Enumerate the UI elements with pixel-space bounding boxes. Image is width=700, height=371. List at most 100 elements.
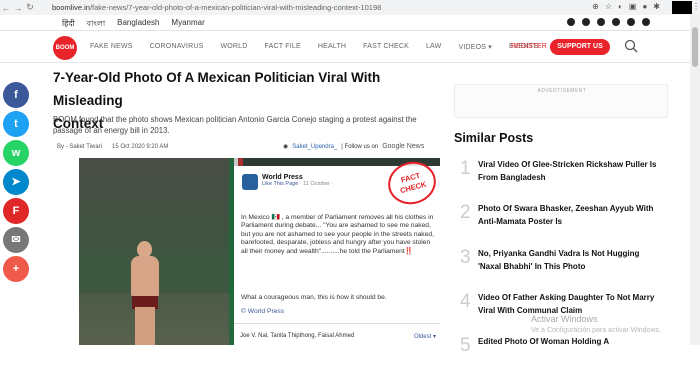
share-flipboard-button[interactable]: F [3, 198, 29, 224]
nav-item-world[interactable]: WORLD [220, 43, 247, 51]
more-icon: + [12, 263, 20, 275]
language-link[interactable]: বাংলা [87, 18, 106, 31]
similar-post-item[interactable]: 3 No, Priyanka Gandhi Vadra Is Not Huggi… [460, 247, 670, 283]
article-featured-image: World Press Like This Page · 11 October … [79, 158, 440, 345]
url-path: /fake-news/7-year-old-photo-of-a-mexican… [89, 3, 382, 12]
social-top-icons [567, 18, 650, 26]
post-text-closing: What a courageous man, this is how it sh… [241, 294, 387, 301]
twitter-icon: t [14, 118, 18, 130]
share-twitter-button[interactable]: t [3, 111, 29, 137]
nav-item-fast-check[interactable]: FAST CHECK [363, 43, 409, 51]
color-icon[interactable]: ● [642, 2, 647, 11]
person-legs [135, 307, 155, 345]
similar-post-item[interactable]: 2 Photo Of Swara Bhasker, Zeeshan Ayyub … [460, 202, 670, 238]
nav-item-law[interactable]: LAW [426, 43, 442, 51]
url-domain: boomlive.in [52, 3, 90, 12]
nav-item-videos[interactable]: VIDEOS ▾ [458, 43, 492, 51]
post-reactors: Joe V. Nal, Tanita Thipthong, Faisal Ahm… [240, 333, 355, 339]
share-email-button[interactable]: ✉ [3, 227, 29, 253]
back-icon[interactable]: ← [0, 3, 12, 13]
post-date: · 11 October · [299, 181, 334, 187]
similar-post-item[interactable]: 5 Edited Photo Of Woman Holding A [460, 335, 670, 371]
nav-item-coronavirus[interactable]: CORONAVIRUS [150, 43, 204, 51]
browser-toolbar: ← → ↻ boomlive.in/fake-news/7-year-old-p… [0, 0, 700, 15]
post-copyright: © World Press [241, 308, 285, 315]
similar-post-title[interactable]: Photo Of Swara Bhasker, Zeeshan Ayyub Wi… [478, 202, 664, 238]
post-header: World Press Like This Page · 11 October … [242, 174, 333, 190]
email-icon: ✉ [11, 234, 21, 246]
post-number: 4 [460, 291, 471, 312]
share-more-button[interactable]: + [3, 256, 29, 282]
forward-icon[interactable]: → [12, 3, 24, 13]
facebook-icon[interactable] [582, 18, 590, 26]
nav-item-fact-file[interactable]: FACT FILE [265, 43, 301, 51]
page-scrollbar[interactable] [690, 15, 700, 345]
post-footer: Joe V. Nal, Tanita Thipthong, Faisal Ahm… [234, 323, 440, 340]
share-whatsapp-button[interactable]: w [3, 140, 29, 166]
follow-text: | Follow us on [341, 143, 379, 150]
screenshot-icon[interactable]: ▣ [629, 2, 637, 11]
post-meta: Like This Page · 11 October · [262, 181, 333, 187]
nav-item-health[interactable]: HEALTH [318, 43, 346, 51]
post-number: 3 [460, 247, 471, 268]
person-torso [131, 256, 159, 298]
person-figure [127, 241, 163, 345]
search-icon[interactable] [624, 39, 638, 53]
advertisement-label: ADVERTISEMENT [537, 88, 587, 94]
post-number: 2 [460, 202, 471, 223]
windows-activation-watermark: Activar Windows [531, 314, 598, 324]
post-sort: Oldest ▾ [413, 334, 436, 340]
page-name: World Press [262, 174, 303, 181]
post-number: 5 [460, 335, 471, 356]
reload-icon[interactable]: ↻ [24, 2, 36, 13]
language-link[interactable]: हिंदी [62, 18, 75, 31]
twitter-icon[interactable] [597, 18, 605, 26]
similar-post-title[interactable]: Edited Photo Of Woman Holding A [478, 335, 664, 371]
address-bar[interactable]: boomlive.in/fake-news/7-year-old-photo-o… [52, 3, 381, 12]
telegram-icon[interactable] [642, 18, 650, 26]
extension-icon[interactable]: ◐ [618, 2, 623, 11]
similar-post-title[interactable]: No, Priyanka Gandhi Vadra Is Not Hugging… [478, 247, 664, 283]
star-icon[interactable]: ☆ [605, 2, 612, 11]
share-telegram-button[interactable]: ➤ [3, 169, 29, 195]
instagram-icon[interactable] [627, 18, 635, 26]
article-title-line1: 7-Year-Old Photo Of A Mexican Politician… [53, 70, 381, 108]
support-us-button[interactable]: SUPPORT US [550, 39, 610, 55]
facebook-icon: f [14, 89, 18, 101]
share-sidebar: f t w ➤ F ✉ + [0, 82, 31, 285]
google-news-link[interactable]: Google News [382, 143, 424, 150]
author-link[interactable]: By - Saket Tiwari [57, 144, 102, 150]
profile-avatar[interactable] [672, 1, 692, 14]
article-byline: By - Saket Tiwari 15 Oct 2020 9:20 AM [57, 144, 168, 150]
similar-post-item[interactable]: 1 Viral Video Of Glee-Stricken Rickshaw … [460, 158, 670, 194]
similar-post-title[interactable]: Viral Video Of Glee-Stricken Rickshaw Pu… [478, 158, 664, 194]
whatsapp-icon: w [11, 147, 21, 159]
main-nav: FAKE NEWS CORONAVIRUS WORLD FACT FILE HE… [90, 43, 538, 51]
puzzle-icon[interactable]: ✱ [653, 2, 660, 11]
post-text: In Mexico 🇲🇽 , a member of Parliament re… [241, 214, 434, 255]
telegram-icon: ➤ [11, 176, 21, 188]
browser-menu-icon[interactable]: ⋮ [692, 2, 700, 11]
scrollbar-thumb[interactable] [692, 27, 698, 67]
whatsapp-icon[interactable] [567, 18, 575, 26]
nav-item-fake-news[interactable]: FAKE NEWS [90, 43, 133, 51]
language-link[interactable]: Myanmar [171, 18, 204, 31]
post-author-info: World Press Like This Page · 11 October … [262, 174, 333, 187]
advertisement-box: ADVERTISEMENT [454, 84, 668, 118]
twitter-handle-link[interactable]: Saket_Upendra_ [292, 144, 337, 150]
share-facebook-button[interactable]: f [3, 82, 29, 108]
register-link[interactable]: REGISTER [511, 43, 547, 50]
article-summary: BOOM found that the photo shows Mexican … [53, 115, 417, 135]
site-header: BOOM FAKE NEWS CORONAVIRUS WORLD FACT FI… [0, 31, 690, 63]
zoom-icon[interactable]: ⊕ [592, 2, 599, 11]
like-page-link: Like This Page [262, 181, 299, 187]
windows-activation-subtext: Ve a Configuración para activar Windows. [531, 327, 661, 334]
post-number: 1 [460, 158, 471, 179]
follow-bar: ◉ Saket_Upendra_ | Follow us on Google N… [283, 143, 424, 150]
boom-logo[interactable]: BOOM [53, 36, 77, 60]
youtube-icon[interactable] [612, 18, 620, 26]
browser-extension-icons: ⊕ ☆ ◐ ▣ ● ✱ [592, 2, 660, 11]
parliament-photo [79, 158, 234, 345]
publish-date: 15 Oct 2020 9:20 AM [112, 144, 169, 150]
language-link[interactable]: Bangladesh [117, 18, 159, 31]
